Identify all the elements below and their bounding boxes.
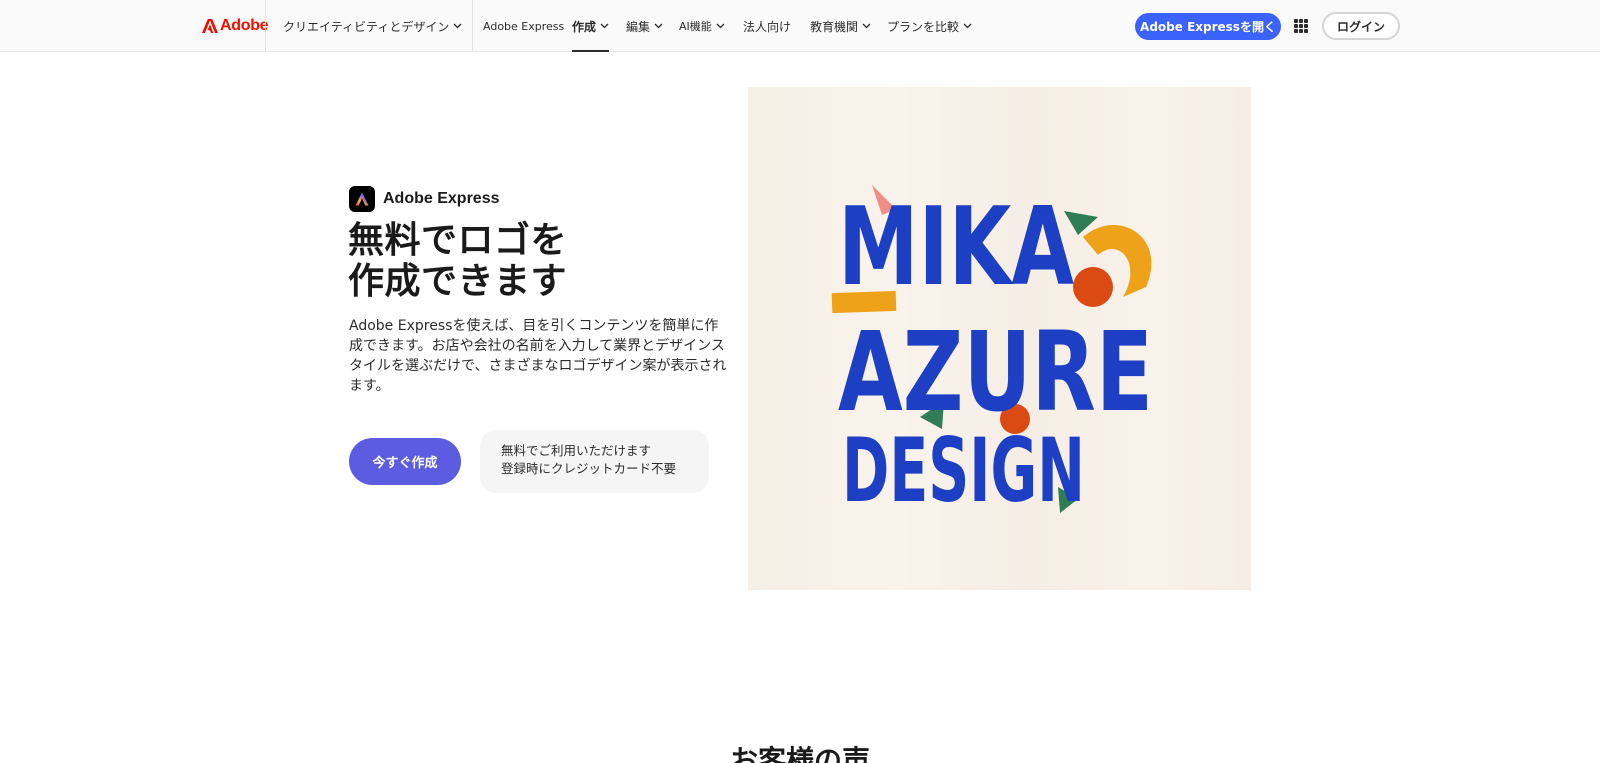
open-adobe-express-button[interactable]: Adobe Expressを開く bbox=[1135, 13, 1281, 40]
chevron-down-icon bbox=[600, 23, 609, 29]
nav-item-edit[interactable]: 編集 bbox=[626, 0, 663, 52]
nav-item-label: 編集 bbox=[626, 19, 651, 34]
top-navigation: Adobe クリエイティビティとデザイン Adobe Express 作成 編集… bbox=[0, 0, 1600, 52]
nav-item-label: AI機能 bbox=[679, 20, 712, 33]
chevron-down-icon bbox=[862, 23, 871, 29]
free-usage-note-line: 無料でご利用いただけます bbox=[501, 443, 652, 458]
nav-item-label: 教育機関 bbox=[810, 19, 859, 34]
testimonials-heading: お客様の声 bbox=[729, 744, 870, 763]
product-badge: Adobe Express bbox=[349, 186, 499, 212]
orange-dot-shape bbox=[1073, 267, 1113, 307]
adobe-logo-link[interactable]: Adobe bbox=[202, 15, 269, 37]
page-title-line: 無料でロゴを bbox=[348, 220, 568, 261]
chevron-down-icon bbox=[716, 23, 725, 29]
page-title-line: 作成できます bbox=[348, 261, 568, 302]
free-usage-note: 無料でご利用いただけます 登録時にクレジットカード不要 bbox=[480, 430, 709, 493]
free-usage-note-line: 登録時にクレジットカード不要 bbox=[501, 461, 677, 476]
nav-item-label: 作成 bbox=[572, 19, 597, 34]
nav-item-label: 法人向け bbox=[743, 19, 792, 34]
nav-divider bbox=[472, 0, 473, 52]
logo-line-3: DESIGN bbox=[842, 419, 1085, 522]
nav-item-label: プランを比較 bbox=[887, 19, 960, 34]
login-button[interactable]: ログイン bbox=[1322, 12, 1400, 40]
adobe-brand-text: Adobe bbox=[220, 17, 269, 34]
hero-description: Adobe Expressを使えば、目を引くコンテンツを簡単に作成できます。お店… bbox=[349, 318, 727, 394]
adobe-logo-icon bbox=[202, 19, 218, 33]
nav-item-adobe-express[interactable]: Adobe Express bbox=[483, 0, 564, 52]
sample-logo-image: MIKA AZURE DESIGN bbox=[748, 87, 1251, 590]
nav-item-ai-features[interactable]: AI機能 bbox=[679, 0, 725, 52]
nav-item-create[interactable]: 作成 bbox=[572, 0, 610, 52]
nav-item-business[interactable]: 法人向け bbox=[743, 0, 791, 52]
nav-item-compare-plans[interactable]: プランを比較 bbox=[887, 0, 972, 52]
nav-item-education[interactable]: 教育機関 bbox=[810, 0, 871, 52]
logo-line-1: MIKA bbox=[838, 185, 1074, 310]
nav-divider bbox=[265, 0, 266, 52]
sample-logo-artwork: MIKA AZURE DESIGN bbox=[831, 185, 1153, 522]
nav-item-label: Adobe Express bbox=[483, 19, 565, 33]
nav-item-label: クリエイティビティとデザイン bbox=[283, 19, 450, 34]
chevron-down-icon bbox=[963, 23, 972, 29]
logo-line-2: AZURE bbox=[838, 308, 1153, 436]
product-name: Adobe Express bbox=[383, 190, 500, 207]
create-now-button[interactable]: 今すぐ作成 bbox=[349, 438, 461, 485]
apps-grid-icon[interactable] bbox=[1294, 19, 1308, 33]
chevron-down-icon bbox=[654, 23, 663, 29]
chevron-down-icon bbox=[453, 23, 462, 29]
nav-item-creativity-design[interactable]: クリエイティビティとデザイン bbox=[283, 0, 462, 52]
adobe-express-app-icon bbox=[349, 186, 375, 212]
page-title: 無料でロゴを 作成できます bbox=[348, 220, 728, 302]
